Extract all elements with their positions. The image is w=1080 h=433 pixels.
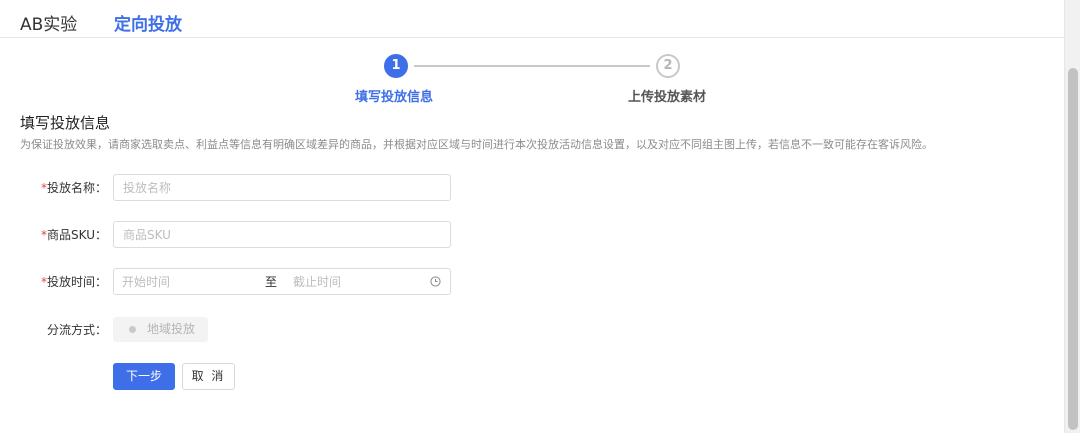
cancel-button[interactable]: 取 消	[182, 363, 235, 390]
step-2-label: 上传投放素材	[628, 90, 707, 105]
time-field-label: *投放时间：	[20, 273, 107, 291]
section-title: 填写投放信息	[20, 114, 111, 132]
time-label-text: 投放时间：	[46, 275, 107, 289]
sku-field-label: *商品SKU：	[20, 226, 107, 244]
section-description: 为保证投放效果，请商家选取卖点、利益点等信息有明确区域差异的商品，并根据对应区域…	[20, 138, 933, 151]
radio-dot-icon	[129, 326, 136, 333]
tab-targeted-delivery[interactable]: 定向投放	[114, 13, 182, 37]
sku-label-text: 商品SKU：	[47, 228, 107, 242]
scrollbar-thumb[interactable]	[1068, 68, 1078, 430]
name-input[interactable]	[113, 174, 451, 201]
time-range-picker[interactable]: 至	[113, 268, 451, 295]
tab-ab-test[interactable]: AB实验	[20, 13, 77, 37]
name-field-label: *投放名称：	[20, 179, 107, 197]
top-tab-bar: AB实验 定向投放	[0, 0, 1064, 38]
clock-icon[interactable]	[430, 276, 441, 287]
split-field-label: 分流方式：	[46, 323, 107, 337]
next-step-button[interactable]: 下一步	[113, 363, 175, 390]
sku-input[interactable]	[113, 221, 451, 248]
name-label-text: 投放名称：	[46, 181, 107, 195]
region-delivery-label: 地域投放	[147, 322, 196, 336]
start-time-input[interactable]	[122, 269, 252, 294]
vertical-scrollbar[interactable]	[1064, 0, 1080, 433]
step-1-label: 填写投放信息	[355, 90, 434, 105]
step-connector-line	[414, 65, 650, 67]
step-2-indicator: 2	[656, 54, 680, 78]
end-time-input[interactable]	[293, 269, 423, 294]
range-separator: 至	[265, 275, 278, 289]
step-1-indicator: 1	[384, 54, 408, 78]
region-delivery-radio[interactable]: 地域投放	[113, 317, 208, 342]
